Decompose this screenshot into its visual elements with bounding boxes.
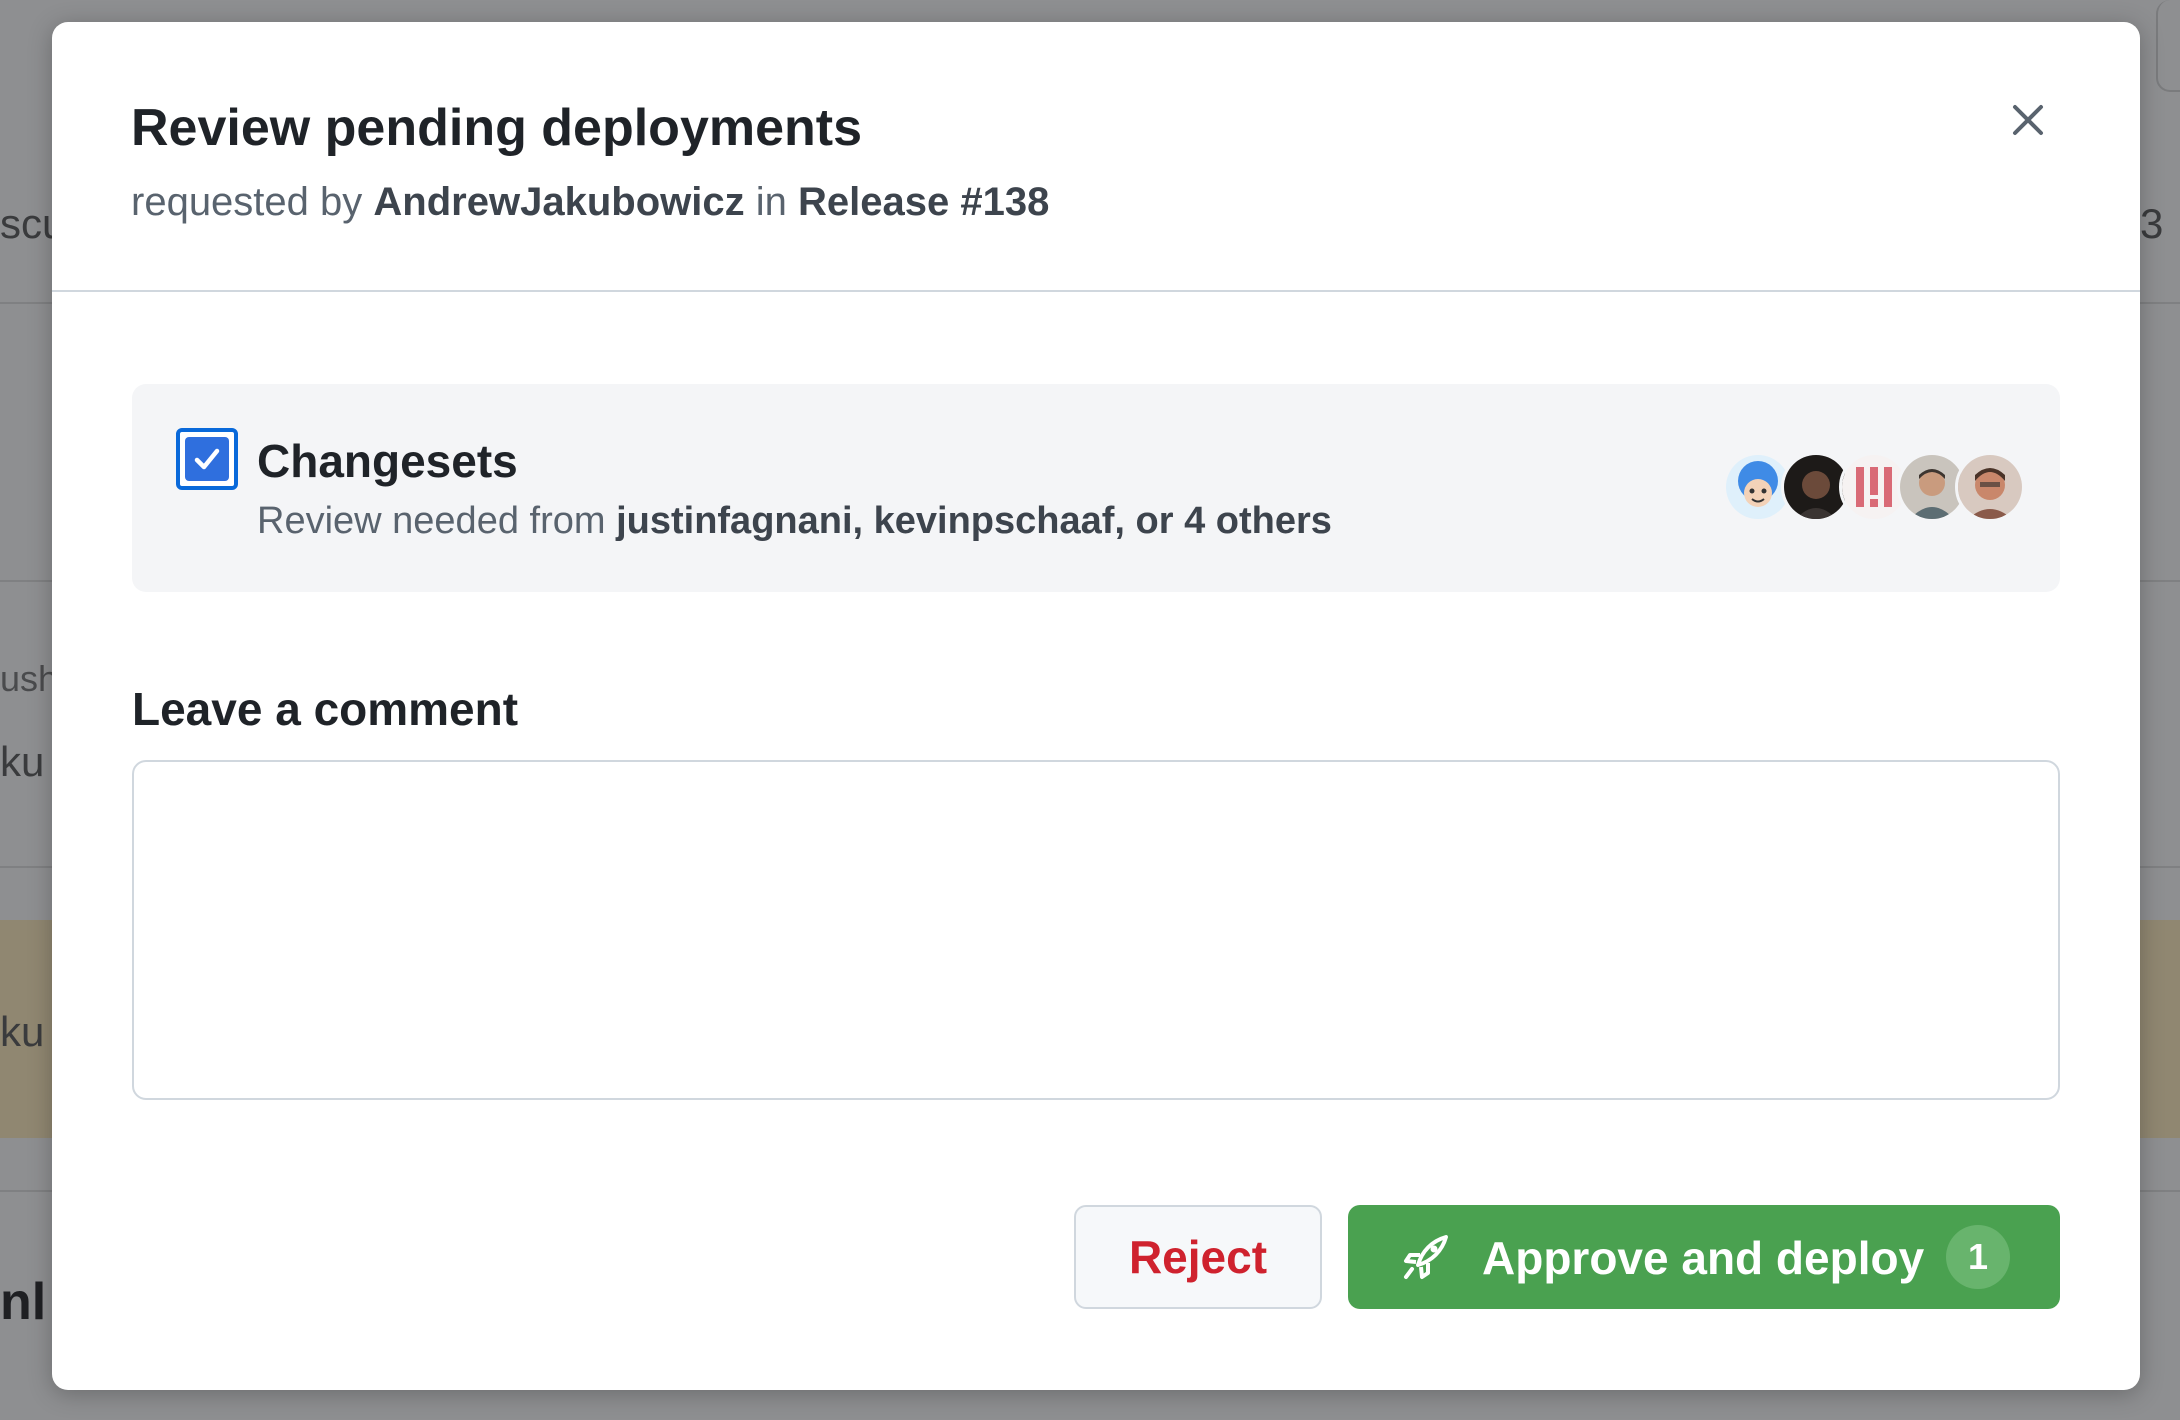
rocket-icon <box>1404 1235 1448 1279</box>
workflow-run-link[interactable]: Release #138 <box>798 180 1049 224</box>
dialog-header: Review pending deployments requested by … <box>52 22 2140 292</box>
close-icon <box>2013 105 2043 135</box>
approve-button-label: Approve and deploy <box>1482 1232 1925 1284</box>
close-button[interactable] <box>1992 84 2064 156</box>
background-text: ku <box>0 738 45 785</box>
subtitle-prefix: requested by <box>131 180 363 224</box>
background-text: ush <box>0 658 59 699</box>
review-deployments-dialog: Review pending deployments requested by … <box>52 22 2140 1390</box>
comment-label: Leave a comment <box>132 683 519 735</box>
checkbox-checked-fill <box>185 437 229 481</box>
background-text: nl <box>0 1273 47 1331</box>
dialog-title: Review pending deployments <box>131 99 863 157</box>
approve-and-deploy-button[interactable]: Approve and deploy 1 <box>1348 1205 2060 1309</box>
subtitle-middle: in <box>755 180 787 224</box>
reviewers-prefix: Review needed from <box>257 500 606 542</box>
avatar-image <box>1958 455 2022 519</box>
reviewer-avatars <box>1723 452 2043 522</box>
environment-card[interactable]: Changesets Review needed from justinfagn… <box>132 384 2060 592</box>
comment-textarea[interactable] <box>132 760 2060 1100</box>
dialog-subtitle: requested by AndrewJakubowicz in Release… <box>131 180 1049 225</box>
background-corner <box>2156 0 2180 92</box>
reject-button[interactable]: Reject <box>1074 1205 1322 1309</box>
requester-link[interactable]: AndrewJakubowicz <box>373 180 744 224</box>
reviewers-others: or 4 others <box>1135 500 1332 542</box>
environment-name: Changesets <box>257 435 518 487</box>
background-text: 3 <box>2140 200 2164 247</box>
approve-count-badge: 1 <box>1946 1225 2010 1289</box>
environment-reviewers-text: Review needed from justinfagnani, kevinp… <box>257 500 1332 543</box>
environment-checkbox[interactable] <box>176 428 238 490</box>
reviewer-avatar[interactable] <box>1955 452 2025 522</box>
checkmark-icon <box>194 448 220 470</box>
background-text: ku <box>0 1008 45 1055</box>
reviewers-names: justinfagnani, kevinpschaaf, <box>616 500 1125 542</box>
